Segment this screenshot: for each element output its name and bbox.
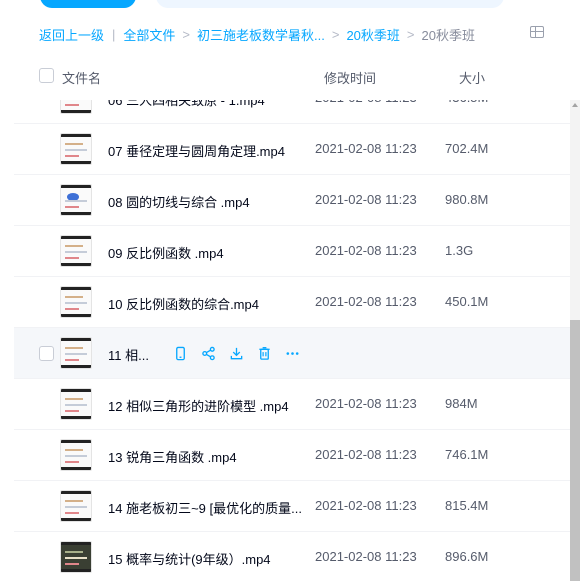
scroll-up-arrow-icon[interactable] <box>572 103 578 107</box>
file-name[interactable]: 06 三人四相关致原 - 1.mp4 <box>108 100 265 109</box>
video-thumbnail[interactable] <box>60 286 92 318</box>
upload-button[interactable] <box>40 0 136 8</box>
file-size: 1.3G <box>445 243 474 258</box>
file-name[interactable]: 10 反比例函数的综合.mp4 <box>108 294 259 313</box>
video-thumbnail[interactable] <box>60 133 92 165</box>
video-thumbnail[interactable] <box>60 100 92 114</box>
file-name[interactable]: 09 反比例函数 .mp4 <box>108 243 224 262</box>
file-name[interactable]: 11 相... <box>108 345 149 364</box>
video-thumbnail[interactable] <box>60 235 92 267</box>
file-list-header: 文件名 修改时间 大小 <box>0 62 584 90</box>
delete-icon[interactable] <box>256 345 272 361</box>
scrollbar-thumb[interactable] <box>570 320 580 581</box>
video-thumbnail[interactable] <box>60 439 92 471</box>
file-size: 896.6M <box>445 549 489 564</box>
file-name[interactable]: 14 施老板初三~9 [最优化的质量... <box>108 498 302 517</box>
file-list[interactable]: 06 三人四相关致原 - 1.mp4 2021-02-08 11:23 436.5M… <box>14 100 570 581</box>
file-row[interactable]: 15 概率与统计(9年级）.mp4 2021-02-08 11:23 896.6M <box>14 532 570 581</box>
file-name[interactable]: 15 概率与统计(9年级）.mp4 <box>108 549 271 568</box>
breadcrumb: 返回上一级 | 全部文件 > 初三施老板数学暑秋... > 20秋季班 > 20… <box>39 24 475 44</box>
file-modified-time: 2021-02-08 11:23 <box>315 100 417 105</box>
file-row[interactable]: 10 反比例函数的综合.mp4 2021-02-08 11:23 450.1M <box>14 277 570 328</box>
file-modified-time: 2021-02-08 11:23 <box>315 141 417 156</box>
file-modified-time: 2021-02-08 11:23 <box>315 549 417 564</box>
row-actions <box>172 345 312 361</box>
file-row[interactable]: 09 反比例函数 .mp4 2021-02-08 11:23 1.3G <box>14 226 570 277</box>
file-size: 450.1M <box>445 294 489 309</box>
file-row[interactable]: 13 锐角三角函数 .mp4 2021-02-08 11:23 746.1M <box>14 430 570 481</box>
file-name[interactable]: 12 相似三角形的进阶模型 .mp4 <box>108 396 289 415</box>
column-modified[interactable]: 修改时间 <box>324 68 376 87</box>
file-modified-time: 2021-02-08 11:23 <box>315 294 417 309</box>
breadcrumb-arrow: > <box>182 26 191 42</box>
back-link[interactable]: 返回上一级 <box>39 25 104 44</box>
breadcrumb-arrow: > <box>331 26 340 42</box>
breadcrumb-arrow: > <box>406 26 415 42</box>
column-size[interactable]: 大小 <box>459 68 485 87</box>
file-size: 815.4M <box>445 498 489 513</box>
file-modified-time: 2021-02-08 11:23 <box>315 192 417 207</box>
breadcrumb-current: 20秋季班 <box>421 27 475 43</box>
breadcrumb-season-folder[interactable]: 20秋季班 <box>346 25 399 44</box>
file-rows: 06 三人四相关致原 - 1.mp4 2021-02-08 11:23 436.5M… <box>14 100 570 581</box>
search-bar[interactable] <box>156 0 504 8</box>
file-modified-time: 2021-02-08 11:23 <box>315 243 417 258</box>
video-thumbnail[interactable] <box>60 490 92 522</box>
file-size: 984M <box>445 396 478 411</box>
file-modified-time: 2021-02-08 11:23 <box>315 447 417 462</box>
file-size: 702.4M <box>445 141 489 156</box>
breadcrumb-all-files[interactable]: 全部文件 <box>123 25 175 44</box>
column-name[interactable]: 文件名 <box>62 68 101 87</box>
breadcrumb-course-folder[interactable]: 初三施老板数学暑秋... <box>197 25 325 44</box>
video-thumbnail[interactable] <box>60 388 92 420</box>
video-thumbnail[interactable] <box>60 184 92 216</box>
row-checkbox[interactable] <box>39 346 54 361</box>
file-row[interactable]: 14 施老板初三~9 [最优化的质量... 2021-02-08 11:23 815… <box>14 481 570 532</box>
file-row[interactable]: 12 相似三角形的进阶模型 .mp4 2021-02-08 11:23 984M <box>14 379 570 430</box>
video-thumbnail[interactable] <box>60 541 92 573</box>
file-modified-time: 2021-02-08 11:23 <box>315 396 417 411</box>
phone-icon[interactable] <box>172 345 188 361</box>
file-size: 746.1M <box>445 447 489 462</box>
more-icon[interactable] <box>284 345 300 361</box>
file-size: 436.5M <box>445 100 488 105</box>
file-name[interactable]: 13 锐角三角函数 .mp4 <box>108 447 237 466</box>
file-row[interactable]: 06 三人四相关致原 - 1.mp4 2021-02-08 11:23 436.5M <box>14 100 570 124</box>
grid-view-icon[interactable] <box>530 26 544 38</box>
file-size: 980.8M <box>445 192 489 207</box>
file-row[interactable]: 07 垂径定理与圆周角定理.mp4 2021-02-08 11:23 702.4M <box>14 124 570 175</box>
file-name[interactable]: 07 垂径定理与圆周角定理.mp4 <box>108 141 285 160</box>
file-name[interactable]: 08 圆的切线与综合 .mp4 <box>108 192 250 211</box>
file-row[interactable]: 08 圆的切线与综合 .mp4 2021-02-08 11:23 980.8M <box>14 175 570 226</box>
select-all-checkbox[interactable] <box>39 68 54 83</box>
file-row[interactable]: 11 相... <box>14 328 570 379</box>
download-icon[interactable] <box>228 345 244 361</box>
file-modified-time: 2021-02-08 11:23 <box>315 498 417 513</box>
breadcrumb-separator: | <box>112 26 116 42</box>
share-icon[interactable] <box>200 345 216 361</box>
video-thumbnail[interactable] <box>60 337 92 369</box>
